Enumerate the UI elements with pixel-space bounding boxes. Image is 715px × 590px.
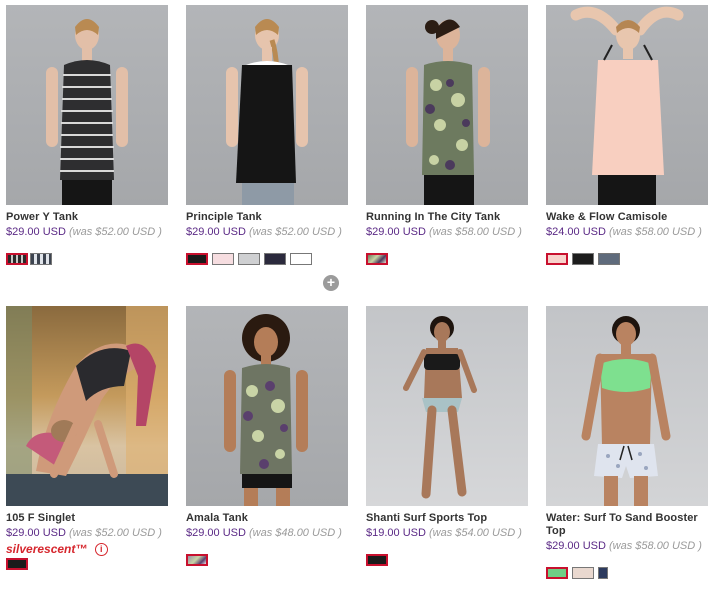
- color-swatch[interactable]: [546, 567, 568, 579]
- product-card[interactable]: Water: Surf To Sand Booster Top $29.00 U…: [546, 306, 708, 579]
- product-grid: Power Y Tank $29.00 USD (was $52.00 USD …: [0, 0, 715, 590]
- color-swatches: [6, 558, 168, 570]
- original-price: (was $52.00 USD ): [69, 527, 162, 539]
- product-name[interactable]: Shanti Surf Sports Top: [366, 512, 528, 525]
- color-swatch[interactable]: [6, 253, 28, 265]
- product-image[interactable]: [6, 5, 168, 205]
- product-card[interactable]: Wake & Flow Camisole $24.00 USD (was $58…: [546, 5, 708, 265]
- product-image[interactable]: [546, 306, 708, 506]
- product-name[interactable]: Power Y Tank: [6, 211, 168, 224]
- product-card[interactable]: Shanti Surf Sports Top $19.00 USD (was $…: [366, 306, 528, 566]
- color-swatch[interactable]: [546, 253, 568, 265]
- color-swatch[interactable]: [598, 253, 620, 265]
- sale-price: $29.00 USD: [186, 527, 246, 539]
- color-swatch[interactable]: [6, 558, 28, 570]
- color-swatch[interactable]: [30, 253, 52, 265]
- color-swatch[interactable]: [572, 567, 594, 579]
- sale-price: $29.00 USD: [546, 540, 606, 552]
- original-price: (was $54.00 USD ): [429, 527, 522, 539]
- product-image[interactable]: [546, 5, 708, 205]
- original-price: (was $52.00 USD ): [249, 226, 342, 238]
- product-image[interactable]: [186, 306, 348, 506]
- color-swatch[interactable]: [366, 554, 388, 566]
- product-price: $24.00 USD (was $58.00 USD ): [546, 226, 708, 239]
- color-swatches: [366, 253, 528, 265]
- sale-price: $29.00 USD: [366, 226, 426, 238]
- product-card[interactable]: Amala Tank $29.00 USD (was $48.00 USD ): [186, 306, 348, 566]
- product-name[interactable]: Principle Tank: [186, 211, 348, 224]
- color-swatch[interactable]: [366, 253, 388, 265]
- color-swatch[interactable]: [264, 253, 286, 265]
- product-card[interactable]: Running In The City Tank $29.00 USD (was…: [366, 5, 528, 265]
- color-swatch[interactable]: [572, 253, 594, 265]
- info-icon[interactable]: i: [94, 543, 108, 556]
- product-name[interactable]: Amala Tank: [186, 512, 348, 525]
- product-name[interactable]: Running In The City Tank: [366, 211, 528, 224]
- product-price: $19.00 USD (was $54.00 USD ): [366, 527, 528, 540]
- color-swatch[interactable]: [186, 554, 208, 566]
- product-card[interactable]: Power Y Tank $29.00 USD (was $52.00 USD …: [6, 5, 168, 265]
- sale-price: $24.00 USD: [546, 226, 606, 238]
- product-card[interactable]: Principle Tank $29.00 USD (was $52.00 US…: [186, 5, 348, 291]
- color-swatch[interactable]: [212, 253, 234, 265]
- plus-icon[interactable]: +: [323, 275, 339, 291]
- color-swatches: [546, 567, 708, 579]
- silverescent-badge[interactable]: silverescent™ i: [6, 542, 168, 556]
- product-price: $29.00 USD (was $48.00 USD ): [186, 527, 348, 540]
- original-price: (was $58.00 USD ): [429, 226, 522, 238]
- color-swatches: [186, 554, 348, 566]
- product-price: $29.00 USD (was $58.00 USD ): [366, 226, 528, 239]
- sale-price: $19.00 USD: [366, 527, 426, 539]
- sale-price: $29.00 USD: [6, 226, 66, 238]
- color-swatch[interactable]: [290, 253, 312, 265]
- product-image[interactable]: [366, 306, 528, 506]
- product-price: $29.00 USD (was $52.00 USD ): [6, 226, 168, 239]
- original-price: (was $58.00 USD ): [609, 226, 702, 238]
- product-image[interactable]: [6, 306, 168, 506]
- product-price: $29.00 USD (was $58.00 USD ): [546, 540, 708, 553]
- product-name[interactable]: Wake & Flow Camisole: [546, 211, 708, 224]
- color-swatch[interactable]: [186, 253, 208, 265]
- product-name[interactable]: Water: Surf To Sand Booster Top: [546, 512, 708, 538]
- sale-price: $29.00 USD: [6, 527, 66, 539]
- color-swatch[interactable]: [598, 567, 608, 579]
- color-swatch[interactable]: [238, 253, 260, 265]
- product-card[interactable]: 105 F Singlet $29.00 USD (was $52.00 USD…: [6, 306, 168, 570]
- original-price: (was $58.00 USD ): [609, 540, 702, 552]
- product-image[interactable]: [186, 5, 348, 205]
- badge-label: silverescent™: [6, 542, 88, 556]
- product-name[interactable]: 105 F Singlet: [6, 512, 168, 525]
- product-price: $29.00 USD (was $52.00 USD ): [186, 226, 348, 239]
- original-price: (was $48.00 USD ): [249, 527, 342, 539]
- product-image[interactable]: [366, 5, 528, 205]
- original-price: (was $52.00 USD ): [69, 226, 162, 238]
- color-swatches: [366, 554, 528, 566]
- product-price: $29.00 USD (was $52.00 USD ): [6, 527, 168, 540]
- color-swatches: [186, 253, 348, 265]
- color-swatches: [6, 253, 168, 265]
- color-swatches: [546, 253, 708, 265]
- sale-price: $29.00 USD: [186, 226, 246, 238]
